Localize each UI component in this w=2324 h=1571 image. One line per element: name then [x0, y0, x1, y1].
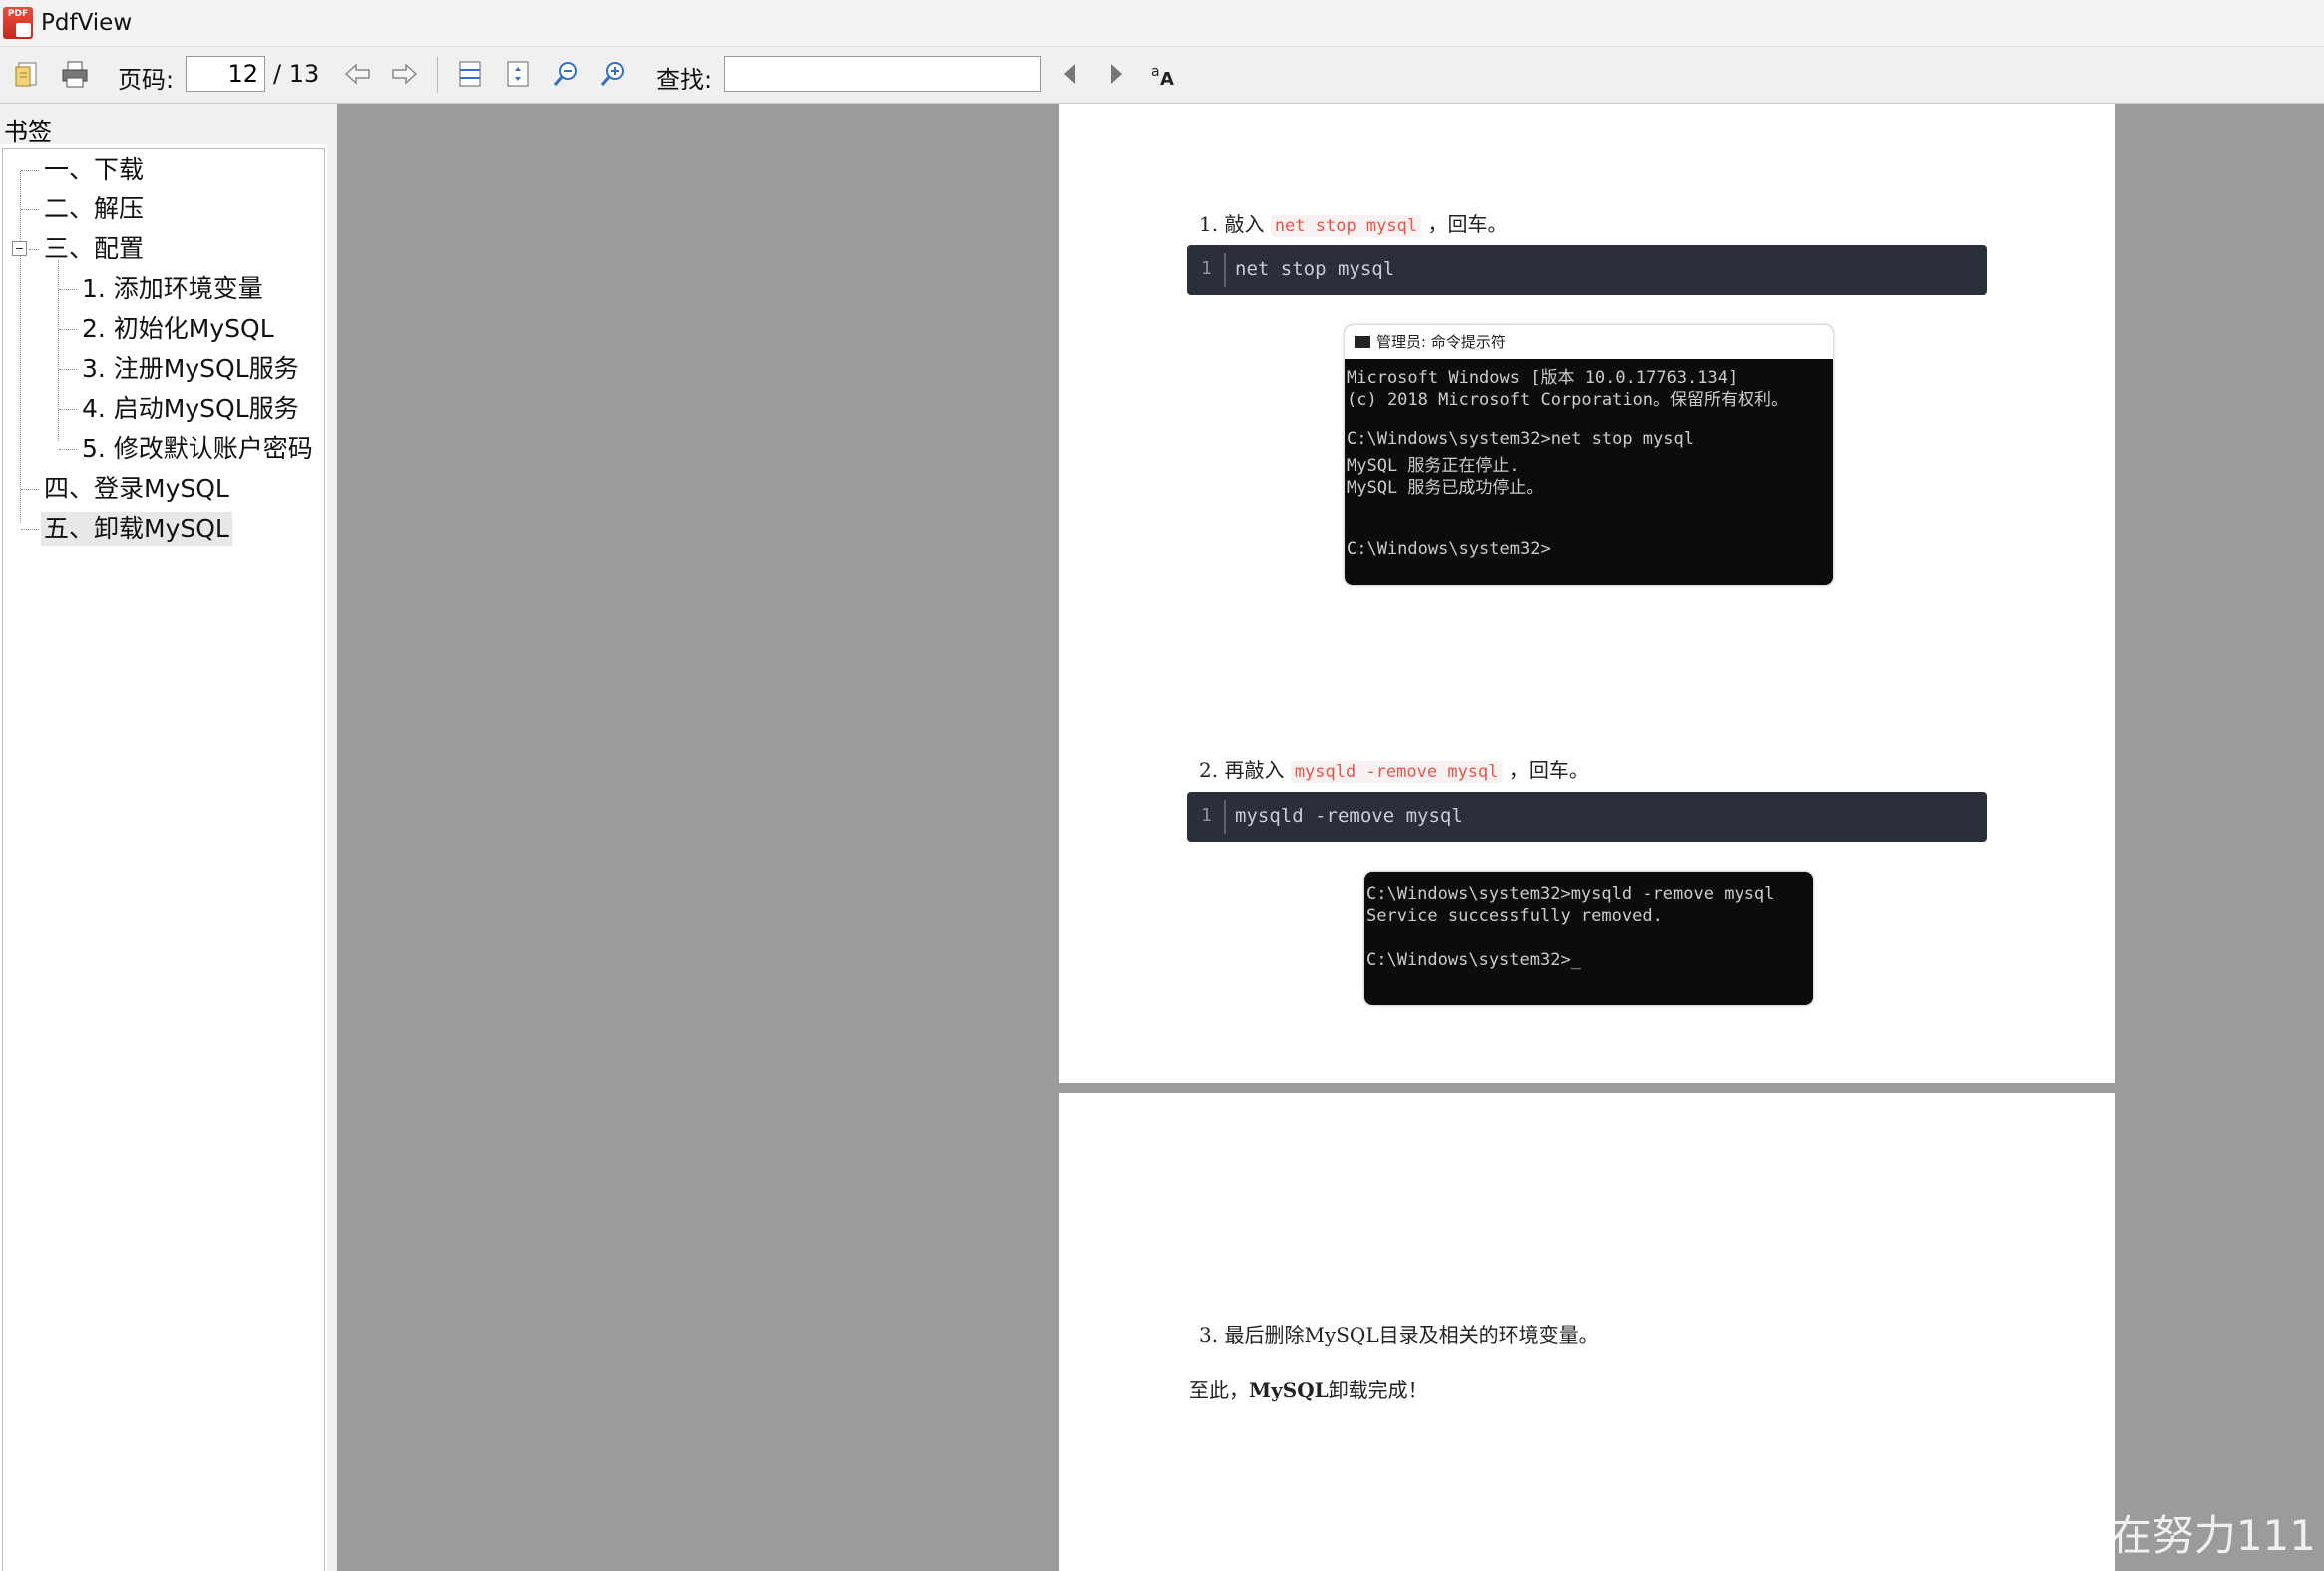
inline-code: mysqld -remove mysql [1290, 761, 1503, 783]
find-prev-icon[interactable] [1053, 57, 1087, 91]
bookmark-uninstall-mysql[interactable]: 五、卸载MySQL [41, 512, 232, 546]
search-input[interactable] [724, 56, 1041, 92]
pdf-page: 1. 敲入 net stop mysql ，回车。 1 net stop mys… [1059, 104, 2115, 1083]
toolbar: 页码: / 13 查找: aA [0, 47, 2324, 104]
open-icon[interactable] [10, 57, 44, 91]
tree-connector [59, 289, 77, 290]
tree-connector [29, 249, 39, 250]
svg-text:a: a [1151, 64, 1160, 80]
tree-connector [59, 369, 77, 370]
tree-connector [21, 529, 39, 530]
zoom-out-icon[interactable] [549, 57, 582, 91]
tree-connector [59, 449, 77, 450]
code-text: mysqld -remove mysql [1235, 805, 1463, 827]
bookmark-env-vars[interactable]: 1. 添加环境变量 [79, 272, 266, 306]
bookmarks-header: 书签 [0, 104, 329, 146]
pdf-app-icon: PDF [3, 7, 33, 39]
sidebar-splitter[interactable] [327, 104, 337, 1571]
search-label: 查找: [656, 66, 713, 94]
bookmark-login-mysql[interactable]: 四、登录MySQL [41, 472, 232, 506]
fit-page-icon[interactable] [501, 57, 535, 91]
terminal-line: C:\Windows\system32>net stop mysql [1347, 429, 1694, 449]
terminal-screenshot: C:\Windows\system32>mysqld -remove mysql… [1364, 872, 1813, 1005]
bookmarks-title: 书签 [4, 118, 52, 146]
gutter-bar [1224, 253, 1226, 287]
fit-width-icon[interactable] [453, 57, 487, 91]
document-viewer[interactable]: 1. 敲入 net stop mysql ，回车。 1 net stop mys… [337, 104, 2324, 1571]
bookmark-change-password[interactable]: 5. 修改默认账户密码 [79, 432, 316, 466]
tree-connector [59, 409, 77, 410]
step-3-text: 3. 最后删除MySQL目录及相关的环境变量。 [1199, 1323, 1599, 1347]
bookmark-download[interactable]: 一、下载 [41, 153, 147, 187]
terminal-line: Service successfully removed. [1366, 906, 1663, 926]
terminal-line: MySQL 服务已成功停止。 [1347, 478, 1544, 498]
collapse-toggle-icon[interactable] [12, 241, 27, 256]
terminal-line: C:\Windows\system32> [1347, 539, 1551, 559]
tree-connector [21, 209, 39, 210]
page-total: / 13 [273, 60, 320, 88]
title-bar: PDF PdfView [0, 0, 2324, 47]
prev-page-icon[interactable] [341, 57, 375, 91]
bookmark-tree: 一、下载 二、解压 三、配置 1. 添加环境变量 2. 初始化MySQL 3. … [2, 148, 325, 1571]
inline-code: net stop mysql [1270, 215, 1422, 237]
bookmark-init-mysql[interactable]: 2. 初始化MySQL [79, 312, 277, 346]
tree-connector [21, 170, 39, 171]
final-text: 至此，MySQL卸载完成！ [1189, 1378, 1428, 1402]
terminal-line: C:\Windows\system32>mysqld -remove mysql [1366, 884, 1775, 904]
pdf-page: 3. 最后删除MySQL目录及相关的环境变量。 至此，MySQL卸载完成！ [1059, 1093, 2115, 1571]
terminal-title-bar: 管理员: 命令提示符 [1345, 325, 1833, 359]
tree-connector [59, 329, 77, 330]
match-case-icon[interactable]: aA [1147, 57, 1181, 91]
print-icon[interactable] [58, 57, 92, 91]
terminal-line: C:\Windows\system32>_ [1366, 950, 1581, 970]
line-number: 1 [1201, 805, 1212, 826]
bookmark-start-service[interactable]: 4. 启动MySQL服务 [79, 392, 302, 426]
bookmark-extract[interactable]: 二、解压 [41, 193, 147, 226]
tree-connector [20, 171, 21, 523]
gutter-bar [1224, 800, 1226, 834]
terminal-screenshot: 管理员: 命令提示符 Microsoft Windows [版本 10.0.17… [1345, 325, 1833, 585]
line-number: 1 [1201, 258, 1212, 279]
tree-connector [58, 260, 59, 441]
tree-connector [21, 489, 39, 490]
bookmark-configure[interactable]: 三、配置 [41, 232, 147, 266]
watermark: CSDN @小罗在努力111 [1851, 1511, 2316, 1560]
zoom-in-icon[interactable] [596, 57, 630, 91]
page-number-input[interactable] [186, 56, 265, 92]
page-label: 页码: [118, 66, 175, 94]
svg-text:A: A [1160, 69, 1174, 90]
code-text: net stop mysql [1235, 258, 1395, 280]
bookmark-register-service[interactable]: 3. 注册MySQL服务 [79, 352, 302, 386]
code-block: 1 mysqld -remove mysql [1187, 792, 1987, 842]
terminal-line: (c) 2018 Microsoft Corporation。保留所有权利。 [1347, 390, 1789, 410]
next-page-icon[interactable] [387, 57, 421, 91]
step-1-text: 1. 敲入 net stop mysql ，回车。 [1199, 212, 1508, 237]
find-next-icon[interactable] [1099, 57, 1133, 91]
cmd-icon [1355, 336, 1370, 348]
code-block: 1 net stop mysql [1187, 245, 1987, 295]
app-title: PdfView [41, 10, 133, 36]
step-2-text: 2. 再敲入 mysqld -remove mysql ，回车。 [1199, 758, 1589, 783]
toolbar-separator [437, 57, 438, 93]
